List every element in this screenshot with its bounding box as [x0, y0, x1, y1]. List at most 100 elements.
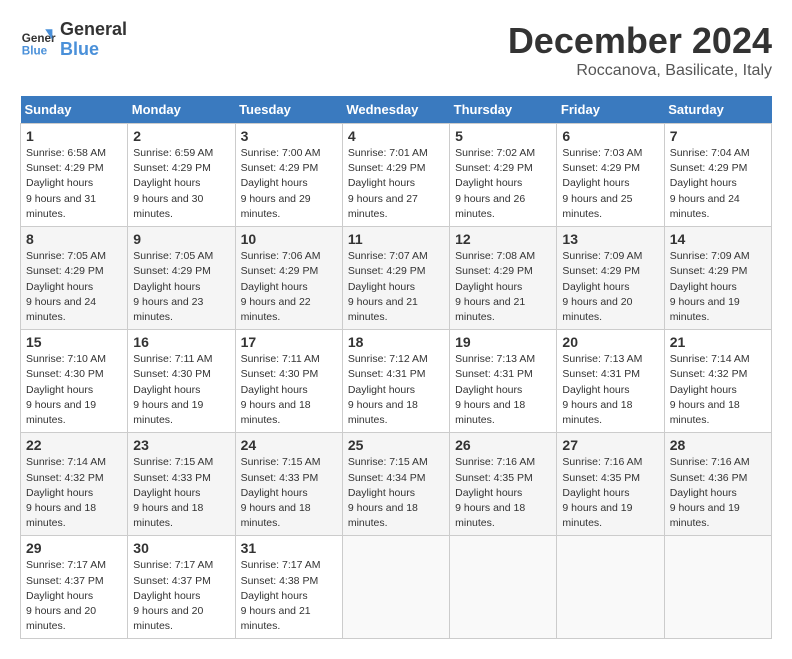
day-number: 22: [26, 437, 122, 453]
day-number: 8: [26, 231, 122, 247]
day-number: 3: [241, 128, 337, 144]
day-info: Sunrise: 7:17 AM Sunset: 4:38 PM Dayligh…: [241, 558, 337, 634]
calendar-day-cell: 13 Sunrise: 7:09 AM Sunset: 4:29 PM Dayl…: [557, 227, 664, 330]
day-number: 23: [133, 437, 229, 453]
day-info: Sunrise: 7:05 AM Sunset: 4:29 PM Dayligh…: [133, 249, 229, 325]
day-number: 28: [670, 437, 766, 453]
calendar-day-cell: [557, 536, 664, 639]
month-title: December 2024: [508, 20, 772, 62]
day-number: 2: [133, 128, 229, 144]
day-number: 15: [26, 334, 122, 350]
calendar-day-cell: 5 Sunrise: 7:02 AM Sunset: 4:29 PM Dayli…: [450, 124, 557, 227]
calendar-day-cell: 14 Sunrise: 7:09 AM Sunset: 4:29 PM Dayl…: [664, 227, 771, 330]
calendar-day-cell: [450, 536, 557, 639]
day-info: Sunrise: 7:15 AM Sunset: 4:33 PM Dayligh…: [133, 455, 229, 531]
day-info: Sunrise: 7:14 AM Sunset: 4:32 PM Dayligh…: [670, 352, 766, 428]
calendar-day-cell: 17 Sunrise: 7:11 AM Sunset: 4:30 PM Dayl…: [235, 330, 342, 433]
day-number: 20: [562, 334, 658, 350]
day-number: 16: [133, 334, 229, 350]
day-info: Sunrise: 6:58 AM Sunset: 4:29 PM Dayligh…: [26, 146, 122, 222]
calendar-day-cell: 23 Sunrise: 7:15 AM Sunset: 4:33 PM Dayl…: [128, 433, 235, 536]
calendar-day-cell: 2 Sunrise: 6:59 AM Sunset: 4:29 PM Dayli…: [128, 124, 235, 227]
calendar-day-cell: 9 Sunrise: 7:05 AM Sunset: 4:29 PM Dayli…: [128, 227, 235, 330]
header-sunday: Sunday: [21, 96, 128, 124]
calendar-day-cell: 19 Sunrise: 7:13 AM Sunset: 4:31 PM Dayl…: [450, 330, 557, 433]
header-thursday: Thursday: [450, 96, 557, 124]
day-number: 18: [348, 334, 444, 350]
day-info: Sunrise: 7:02 AM Sunset: 4:29 PM Dayligh…: [455, 146, 551, 222]
calendar-header-row: Sunday Monday Tuesday Wednesday Thursday…: [21, 96, 772, 124]
day-info: Sunrise: 7:11 AM Sunset: 4:30 PM Dayligh…: [241, 352, 337, 428]
header-monday: Monday: [128, 96, 235, 124]
svg-text:Blue: Blue: [22, 44, 48, 57]
day-number: 17: [241, 334, 337, 350]
calendar-week-row: 22 Sunrise: 7:14 AM Sunset: 4:32 PM Dayl…: [21, 433, 772, 536]
calendar-day-cell: 27 Sunrise: 7:16 AM Sunset: 4:35 PM Dayl…: [557, 433, 664, 536]
day-info: Sunrise: 7:17 AM Sunset: 4:37 PM Dayligh…: [133, 558, 229, 634]
calendar-day-cell: 26 Sunrise: 7:16 AM Sunset: 4:35 PM Dayl…: [450, 433, 557, 536]
day-info: Sunrise: 7:16 AM Sunset: 4:35 PM Dayligh…: [562, 455, 658, 531]
day-number: 12: [455, 231, 551, 247]
day-number: 19: [455, 334, 551, 350]
day-info: Sunrise: 7:15 AM Sunset: 4:34 PM Dayligh…: [348, 455, 444, 531]
day-info: Sunrise: 7:00 AM Sunset: 4:29 PM Dayligh…: [241, 146, 337, 222]
day-info: Sunrise: 7:13 AM Sunset: 4:31 PM Dayligh…: [455, 352, 551, 428]
day-number: 1: [26, 128, 122, 144]
calendar-day-cell: 18 Sunrise: 7:12 AM Sunset: 4:31 PM Dayl…: [342, 330, 449, 433]
day-number: 6: [562, 128, 658, 144]
title-area: December 2024 Roccanova, Basilicate, Ita…: [508, 20, 772, 80]
calendar-day-cell: 31 Sunrise: 7:17 AM Sunset: 4:38 PM Dayl…: [235, 536, 342, 639]
calendar-day-cell: 11 Sunrise: 7:07 AM Sunset: 4:29 PM Dayl…: [342, 227, 449, 330]
calendar-day-cell: 25 Sunrise: 7:15 AM Sunset: 4:34 PM Dayl…: [342, 433, 449, 536]
calendar-day-cell: 16 Sunrise: 7:11 AM Sunset: 4:30 PM Dayl…: [128, 330, 235, 433]
header: General Blue General Blue December 2024 …: [20, 20, 772, 80]
day-info: Sunrise: 7:06 AM Sunset: 4:29 PM Dayligh…: [241, 249, 337, 325]
day-number: 11: [348, 231, 444, 247]
calendar-day-cell: 1 Sunrise: 6:58 AM Sunset: 4:29 PM Dayli…: [21, 124, 128, 227]
day-info: Sunrise: 7:15 AM Sunset: 4:33 PM Dayligh…: [241, 455, 337, 531]
day-info: Sunrise: 7:13 AM Sunset: 4:31 PM Dayligh…: [562, 352, 658, 428]
calendar-day-cell: 22 Sunrise: 7:14 AM Sunset: 4:32 PM Dayl…: [21, 433, 128, 536]
day-number: 31: [241, 540, 337, 556]
day-number: 7: [670, 128, 766, 144]
calendar-week-row: 29 Sunrise: 7:17 AM Sunset: 4:37 PM Dayl…: [21, 536, 772, 639]
calendar-day-cell: 7 Sunrise: 7:04 AM Sunset: 4:29 PM Dayli…: [664, 124, 771, 227]
day-info: Sunrise: 7:09 AM Sunset: 4:29 PM Dayligh…: [562, 249, 658, 325]
day-info: Sunrise: 7:01 AM Sunset: 4:29 PM Dayligh…: [348, 146, 444, 222]
calendar-week-row: 15 Sunrise: 7:10 AM Sunset: 4:30 PM Dayl…: [21, 330, 772, 433]
day-number: 24: [241, 437, 337, 453]
calendar-day-cell: 29 Sunrise: 7:17 AM Sunset: 4:37 PM Dayl…: [21, 536, 128, 639]
day-number: 27: [562, 437, 658, 453]
day-number: 29: [26, 540, 122, 556]
day-info: Sunrise: 7:10 AM Sunset: 4:30 PM Dayligh…: [26, 352, 122, 428]
header-tuesday: Tuesday: [235, 96, 342, 124]
day-info: Sunrise: 7:07 AM Sunset: 4:29 PM Dayligh…: [348, 249, 444, 325]
day-info: Sunrise: 7:16 AM Sunset: 4:36 PM Dayligh…: [670, 455, 766, 531]
day-number: 13: [562, 231, 658, 247]
day-number: 25: [348, 437, 444, 453]
calendar-table: Sunday Monday Tuesday Wednesday Thursday…: [20, 96, 772, 639]
header-wednesday: Wednesday: [342, 96, 449, 124]
day-number: 9: [133, 231, 229, 247]
location-title: Roccanova, Basilicate, Italy: [508, 62, 772, 80]
header-saturday: Saturday: [664, 96, 771, 124]
day-info: Sunrise: 7:04 AM Sunset: 4:29 PM Dayligh…: [670, 146, 766, 222]
calendar-week-row: 8 Sunrise: 7:05 AM Sunset: 4:29 PM Dayli…: [21, 227, 772, 330]
calendar-day-cell: 21 Sunrise: 7:14 AM Sunset: 4:32 PM Dayl…: [664, 330, 771, 433]
day-info: Sunrise: 7:11 AM Sunset: 4:30 PM Dayligh…: [133, 352, 229, 428]
day-info: Sunrise: 6:59 AM Sunset: 4:29 PM Dayligh…: [133, 146, 229, 222]
day-number: 5: [455, 128, 551, 144]
calendar-day-cell: 24 Sunrise: 7:15 AM Sunset: 4:33 PM Dayl…: [235, 433, 342, 536]
calendar-week-row: 1 Sunrise: 6:58 AM Sunset: 4:29 PM Dayli…: [21, 124, 772, 227]
logo-text: General Blue: [60, 20, 127, 60]
logo-icon: General Blue: [20, 22, 56, 58]
day-info: Sunrise: 7:14 AM Sunset: 4:32 PM Dayligh…: [26, 455, 122, 531]
day-info: Sunrise: 7:09 AM Sunset: 4:29 PM Dayligh…: [670, 249, 766, 325]
calendar-day-cell: 8 Sunrise: 7:05 AM Sunset: 4:29 PM Dayli…: [21, 227, 128, 330]
calendar-day-cell: 28 Sunrise: 7:16 AM Sunset: 4:36 PM Dayl…: [664, 433, 771, 536]
day-number: 10: [241, 231, 337, 247]
calendar-day-cell: [342, 536, 449, 639]
day-info: Sunrise: 7:08 AM Sunset: 4:29 PM Dayligh…: [455, 249, 551, 325]
day-info: Sunrise: 7:16 AM Sunset: 4:35 PM Dayligh…: [455, 455, 551, 531]
day-number: 14: [670, 231, 766, 247]
